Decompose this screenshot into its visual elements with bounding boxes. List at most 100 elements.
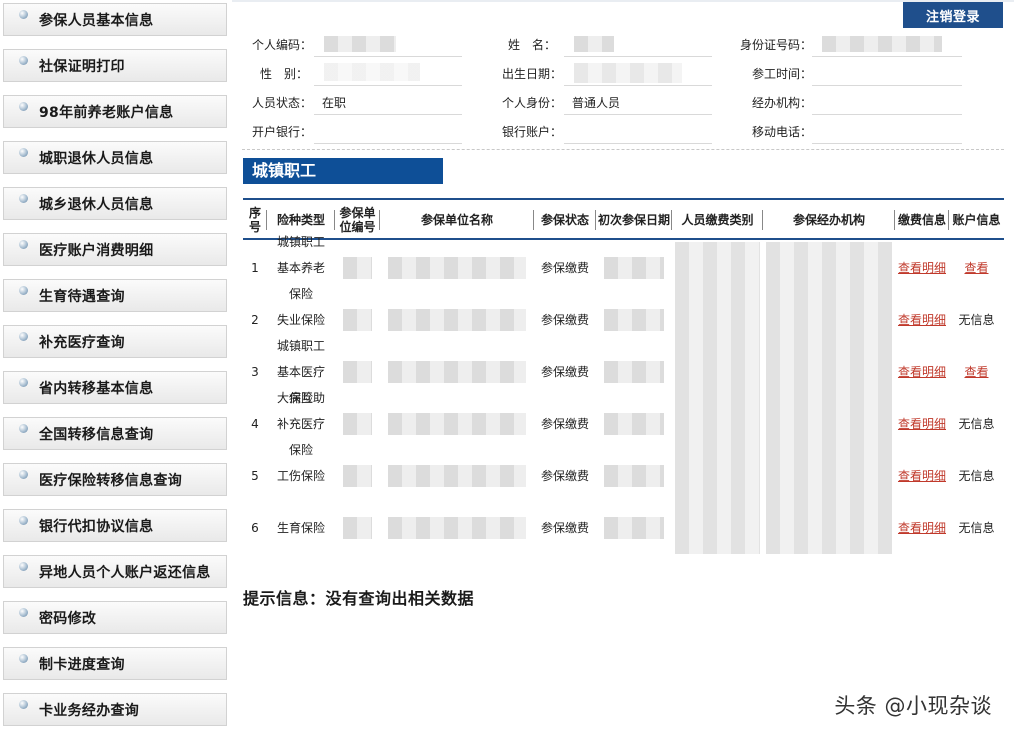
sidebar-item-pre98-pension[interactable]: 98年前养老账户信息 (3, 95, 227, 128)
bullet-icon (19, 240, 28, 249)
sidebar-item-bank-agreement[interactable]: 银行代扣协议信息 (3, 509, 227, 542)
cell-seq: 6 (251, 521, 259, 535)
cell-seq: 4 (251, 417, 259, 431)
id-card-value-redacted (822, 36, 942, 52)
cell-seq: 2 (251, 313, 259, 327)
header-cell: 序号 (243, 200, 267, 240)
sidebar-item-label: 城乡退休人员信息 (39, 196, 154, 213)
identity-value: 普通人员 (572, 96, 621, 110)
view-account-link[interactable]: 查看 (949, 346, 1004, 398)
sidebar-item-medical-account[interactable]: 医疗账户消费明细 (3, 233, 227, 266)
tip-message: 提示信息：没有查询出相关数据 (243, 589, 475, 608)
view-details-link[interactable]: 查看明细 (895, 294, 949, 346)
sidebar-item-label: 社保证明打印 (39, 58, 125, 75)
field-underline (564, 114, 712, 115)
sidebar-item-supplementary-medical[interactable]: 补充医疗查询 (3, 325, 227, 358)
header-cell: 参保单位名称 (380, 200, 534, 240)
app-root: 参保人员基本信息 社保证明打印 98年前养老账户信息 城职退休人员信息 城乡退休… (0, 0, 1014, 740)
view-details-link[interactable]: 查看明细 (895, 502, 949, 554)
redacted-block (675, 346, 760, 398)
table-row: 2 失业保险 参保缴费 查看明细 无信息 (243, 294, 1004, 346)
bullet-icon (19, 332, 28, 341)
bullet-icon (19, 378, 28, 387)
sidebar-item-medical-transfer[interactable]: 医疗保险转移信息查询 (3, 463, 227, 496)
sidebar-item-provincial-transfer[interactable]: 省内转移基本信息 (3, 371, 227, 404)
header-first-date: 初次参保日期 (597, 213, 670, 227)
bullet-icon (19, 700, 28, 709)
view-details-link[interactable]: 查看明细 (895, 346, 949, 398)
header-status: 参保状态 (540, 213, 589, 227)
sidebar-item-account-refund[interactable]: 异地人员个人账户返还信息 (3, 555, 227, 588)
cell-status: 参保缴费 (540, 469, 589, 483)
view-details-link[interactable]: 查看明细 (895, 242, 949, 294)
table-header: 序号 险种类型 参保单位编号 参保单位名称 参保状态 初次参保日期 人员缴费类别… (243, 200, 1004, 240)
redacted-block (604, 257, 664, 279)
redacted-cell (596, 502, 672, 554)
sidebar-item-label: 密码修改 (39, 610, 97, 627)
header-seq: 序号 (248, 206, 261, 234)
cell-account-info: 无信息 (958, 469, 995, 483)
main-content: 注销登录 个人编码： 姓 名： 身份证号码： 性 别： 出生日期： 参工时间： (232, 0, 1014, 740)
field-underline (314, 56, 462, 57)
redacted-block (675, 450, 760, 502)
redacted-block (766, 502, 892, 554)
redacted-cell (763, 398, 895, 450)
personal-id-label: 个人编码： (252, 38, 313, 52)
view-account-link[interactable]: 查看 (949, 242, 1004, 294)
cell-seq: 5 (251, 469, 259, 483)
status-label: 人员状态： (252, 96, 313, 110)
redacted-block (343, 361, 372, 383)
bullet-icon (19, 148, 28, 157)
sidebar-item-label: 银行代扣协议信息 (39, 518, 154, 535)
view-details-link[interactable]: 查看明细 (895, 398, 949, 450)
field-underline (564, 143, 712, 144)
redacted-block (388, 257, 526, 279)
redacted-block (766, 242, 892, 294)
agency-label: 经办机构： (752, 96, 813, 110)
bullet-icon (19, 470, 28, 479)
redacted-block (388, 309, 526, 331)
sidebar-item-maternity[interactable]: 生育待遇查询 (3, 279, 227, 312)
personal-id-value-redacted (324, 36, 396, 52)
redacted-block (604, 413, 664, 435)
sidebar-item-card-progress[interactable]: 制卡进度查询 (3, 647, 227, 680)
sidebar: 参保人员基本信息 社保证明打印 98年前养老账户信息 城职退休人员信息 城乡退休… (0, 0, 232, 740)
redacted-cell (596, 398, 672, 450)
sidebar-item-password-change[interactable]: 密码修改 (3, 601, 227, 634)
bullet-icon (19, 56, 28, 65)
bullet-icon (19, 10, 28, 19)
header-cell: 缴费信息 (895, 200, 949, 240)
redacted-cell (596, 294, 672, 346)
info-row: 人员状态： 在职 个人身份： 普通人员 经办机构： (232, 88, 1014, 117)
logout-button[interactable]: 注销登录 (903, 2, 1003, 28)
status-value: 在职 (322, 96, 347, 110)
sidebar-item-urban-retiree[interactable]: 城职退休人员信息 (3, 141, 227, 174)
redacted-block (343, 257, 372, 279)
sidebar-item-basic-info[interactable]: 参保人员基本信息 (3, 3, 227, 36)
redacted-block (388, 517, 526, 539)
header-unit-no: 参保单位编号 (339, 206, 376, 234)
header-pay-category: 人员缴费类别 (681, 213, 754, 227)
sidebar-item-label: 省内转移基本信息 (39, 380, 154, 397)
sidebar-item-label: 生育待遇查询 (39, 288, 125, 305)
redacted-cell (380, 398, 534, 450)
table-row: 4 大病互助补充医疗保险 参保缴费 查看明细 无信息 (243, 391, 1004, 457)
redacted-block (604, 465, 664, 487)
sidebar-item-card-business[interactable]: 卡业务经办查询 (3, 693, 227, 726)
header-account-info: 账户信息 (952, 213, 1001, 227)
redacted-block (604, 517, 664, 539)
cell-status: 参保缴费 (540, 313, 589, 327)
info-row: 开户银行： 银行账户： 移动电话： (232, 117, 1014, 146)
sidebar-item-label: 98年前养老账户信息 (39, 104, 174, 121)
view-details-link[interactable]: 查看明细 (895, 450, 949, 502)
cell-seq: 1 (251, 261, 259, 275)
sidebar-item-certificate-print[interactable]: 社保证明打印 (3, 49, 227, 82)
redacted-cell (596, 346, 672, 398)
header-agency: 参保经办机构 (792, 213, 865, 227)
field-underline (314, 143, 462, 144)
sidebar-item-rural-retiree[interactable]: 城乡退休人员信息 (3, 187, 227, 220)
redacted-cell (596, 450, 672, 502)
sidebar-item-national-transfer[interactable]: 全国转移信息查询 (3, 417, 227, 450)
cell-status: 参保缴费 (540, 417, 589, 431)
redacted-block (604, 361, 664, 383)
